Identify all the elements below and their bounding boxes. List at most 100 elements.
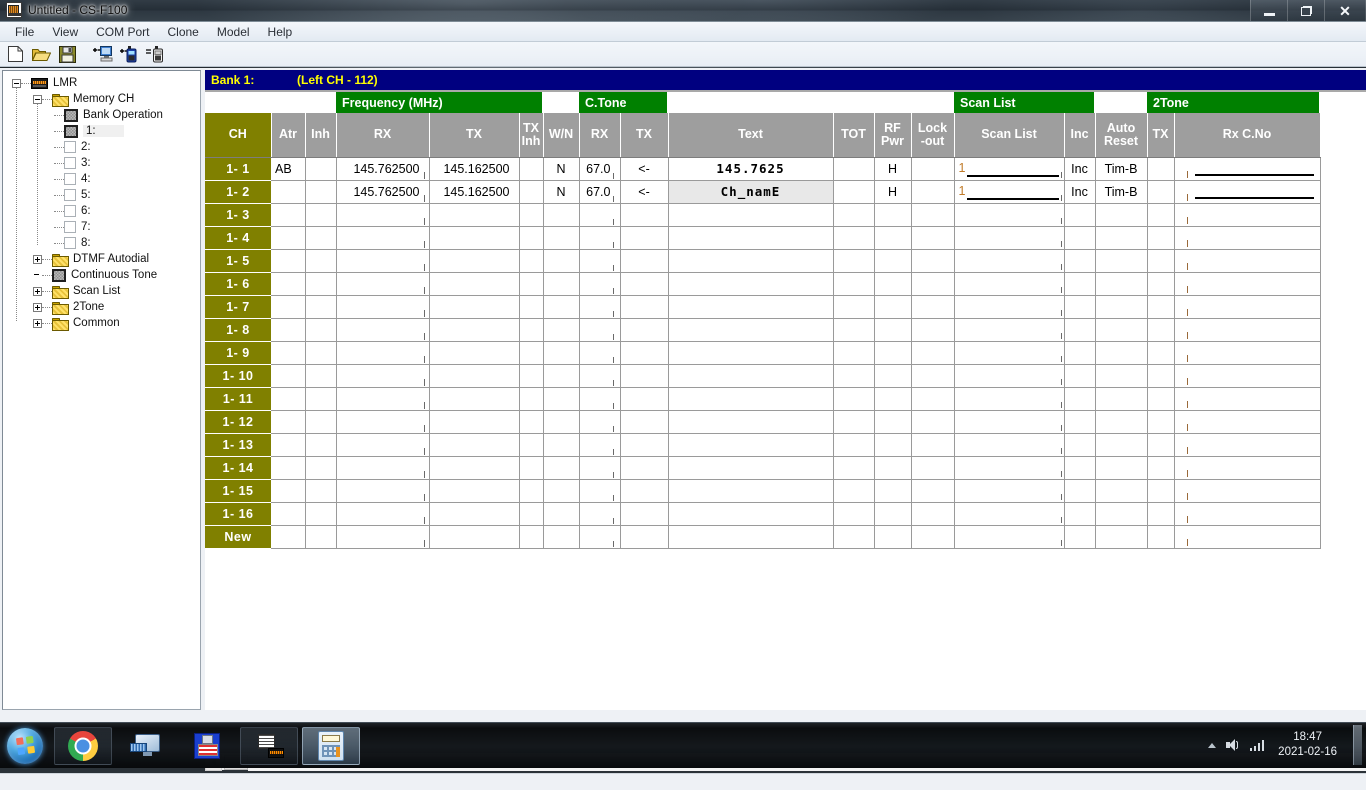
cell-atr[interactable] xyxy=(271,456,306,480)
cell-text[interactable] xyxy=(668,456,834,480)
tree-node-lmr[interactable]: LMR xyxy=(7,75,200,91)
cell-scan-list[interactable] xyxy=(954,295,1065,319)
taskbar-calculator[interactable] xyxy=(302,726,360,765)
cell-inc[interactable] xyxy=(1064,387,1096,411)
cell-rx-cno[interactable] xyxy=(1174,479,1321,503)
table-row[interactable]: 1- 5 xyxy=(205,249,1321,273)
cell-2tone-tx[interactable] xyxy=(1147,318,1175,342)
cell-rf-pwr[interactable] xyxy=(874,341,912,365)
cell-text[interactable] xyxy=(668,525,834,549)
cell-rf-pwr[interactable] xyxy=(874,272,912,296)
cell-rx-frequency[interactable] xyxy=(336,341,430,365)
clone-read-button[interactable] xyxy=(90,43,115,66)
cell-wn[interactable] xyxy=(543,387,580,411)
cell-atr[interactable] xyxy=(271,479,306,503)
cell-auto-reset[interactable] xyxy=(1095,226,1148,250)
cell-auto-reset[interactable] xyxy=(1095,525,1148,549)
cell-ctone-rx[interactable] xyxy=(579,433,621,457)
cell-wn[interactable] xyxy=(543,433,580,457)
col-header-lockout[interactable]: Lock -out xyxy=(911,113,955,158)
cell-inh[interactable] xyxy=(305,364,337,388)
tree-node-memory-ch[interactable]: Memory CH xyxy=(7,91,200,107)
cell-atr[interactable] xyxy=(271,295,306,319)
cell-tx-inh[interactable] xyxy=(519,479,544,503)
cell-2tone-tx[interactable] xyxy=(1147,456,1175,480)
clone-write-button[interactable] xyxy=(116,43,141,66)
cell-rx-cno[interactable] xyxy=(1174,410,1321,434)
cell-atr[interactable] xyxy=(271,525,306,549)
cell-lockout[interactable] xyxy=(911,226,955,250)
row-label[interactable]: 1- 2 xyxy=(205,180,271,204)
cell-tx-inh[interactable] xyxy=(519,525,544,549)
cell-atr[interactable] xyxy=(271,341,306,365)
cell-tot[interactable] xyxy=(833,295,875,319)
cell-inc[interactable] xyxy=(1064,272,1096,296)
row-label[interactable]: 1- 11 xyxy=(205,387,271,411)
cell-inh[interactable] xyxy=(305,318,337,342)
cell-lockout[interactable] xyxy=(911,157,955,181)
cell-ctone-tx[interactable]: <- xyxy=(620,157,669,181)
cell-rx-frequency[interactable] xyxy=(336,249,430,273)
cell-ctone-tx[interactable] xyxy=(620,318,669,342)
cell-atr[interactable] xyxy=(271,318,306,342)
cell-wn[interactable] xyxy=(543,295,580,319)
row-label[interactable]: 1- 13 xyxy=(205,433,271,457)
cell-tot[interactable] xyxy=(833,272,875,296)
row-label[interactable]: 1- 6 xyxy=(205,272,271,296)
row-label[interactable]: 1- 3 xyxy=(205,203,271,227)
col-header-2tone-tx[interactable]: TX xyxy=(1147,113,1175,158)
cell-ctone-tx[interactable] xyxy=(620,203,669,227)
cell-ctone-tx[interactable] xyxy=(620,433,669,457)
cell-rx-frequency[interactable] xyxy=(336,502,430,526)
cell-rx-cno[interactable] xyxy=(1174,249,1321,273)
cell-lockout[interactable] xyxy=(911,295,955,319)
cell-rf-pwr[interactable]: H xyxy=(874,180,912,204)
cell-lockout[interactable] xyxy=(911,387,955,411)
cell-2tone-tx[interactable] xyxy=(1147,180,1175,204)
cell-rx-frequency[interactable] xyxy=(336,203,430,227)
cell-tx-frequency[interactable] xyxy=(429,249,520,273)
new-file-button[interactable] xyxy=(3,43,28,66)
cell-rf-pwr[interactable] xyxy=(874,525,912,549)
cell-text[interactable] xyxy=(668,364,834,388)
table-row[interactable]: 1- 11 xyxy=(205,387,1321,411)
cell-inh[interactable] xyxy=(305,433,337,457)
cell-atr[interactable] xyxy=(271,272,306,296)
table-row[interactable]: 1- 2 145.762500 145.162500 N 67.0 <- Ch_… xyxy=(205,180,1321,204)
speaker-icon[interactable] xyxy=(1225,739,1240,751)
clock[interactable]: 18:47 2021-02-16 xyxy=(1278,730,1337,760)
cell-atr[interactable]: AB xyxy=(271,157,306,181)
cell-tot[interactable] xyxy=(833,226,875,250)
col-header-rx-frequency[interactable]: RX xyxy=(336,113,430,158)
taskbar-flag-floppy[interactable] xyxy=(178,727,236,765)
cell-ctone-rx[interactable] xyxy=(579,410,621,434)
cell-wn[interactable] xyxy=(543,341,580,365)
table-row[interactable]: 1- 15 xyxy=(205,479,1321,503)
cell-tx-frequency[interactable] xyxy=(429,203,520,227)
cell-inh[interactable] xyxy=(305,157,337,181)
cell-text[interactable] xyxy=(668,226,834,250)
cell-ctone-rx[interactable] xyxy=(579,226,621,250)
cell-tx-inh[interactable] xyxy=(519,341,544,365)
table-row[interactable]: New xyxy=(205,525,1321,549)
cell-tot[interactable] xyxy=(833,157,875,181)
cell-tx-inh[interactable] xyxy=(519,318,544,342)
menu-help[interactable]: Help xyxy=(259,23,302,41)
cell-tot[interactable] xyxy=(833,456,875,480)
cell-scan-list[interactable] xyxy=(954,456,1065,480)
tree-node-bank-3[interactable]: 3: xyxy=(7,155,200,171)
row-label[interactable]: 1- 1 xyxy=(205,157,271,181)
cell-rx-cno[interactable] xyxy=(1174,295,1321,319)
table-row[interactable]: 1- 10 xyxy=(205,364,1321,388)
cell-rx-frequency[interactable] xyxy=(336,387,430,411)
tree-node-bank-7[interactable]: 7: xyxy=(7,219,200,235)
cell-tx-inh[interactable] xyxy=(519,410,544,434)
cell-text[interactable] xyxy=(668,341,834,365)
show-hidden-icons-chevron-icon[interactable] xyxy=(1207,742,1216,748)
row-label[interactable]: 1- 15 xyxy=(205,479,271,503)
cell-tx-inh[interactable] xyxy=(519,502,544,526)
cell-ctone-rx[interactable] xyxy=(579,249,621,273)
cell-rx-cno[interactable] xyxy=(1174,272,1321,296)
cell-rx-cno[interactable] xyxy=(1174,502,1321,526)
tree-node-bank-4[interactable]: 4: xyxy=(7,171,200,187)
